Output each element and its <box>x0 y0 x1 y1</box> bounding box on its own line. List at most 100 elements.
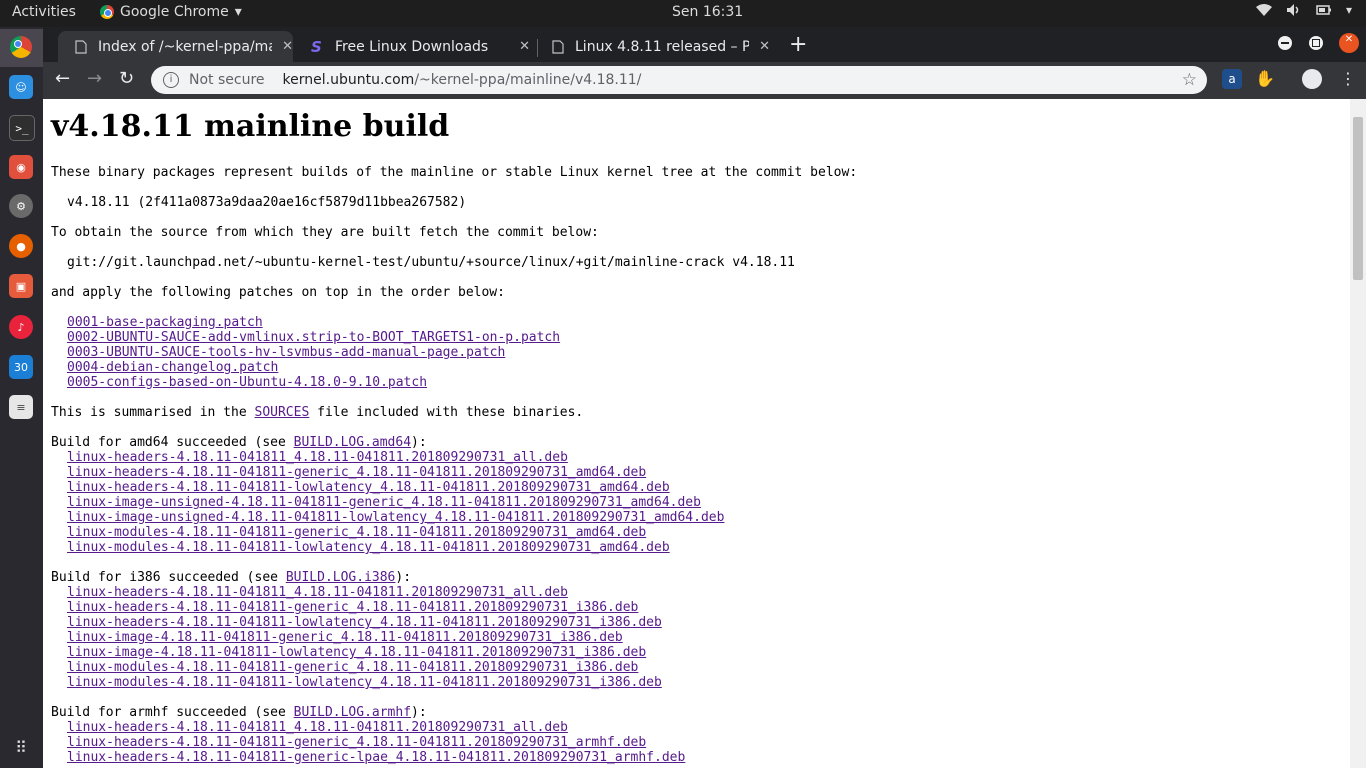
calendar-icon[interactable]: 30 <box>9 355 33 379</box>
intro-text: These binary packages represent builds o… <box>51 165 858 180</box>
summary-pre: This is summarised in the <box>51 405 255 420</box>
scrollbar-thumb[interactable] <box>1353 117 1363 280</box>
firefox-icon[interactable]: ● <box>9 234 33 258</box>
tab-linux-4811-released[interactable]: Linux 4.8.11 released – Pa ✕ <box>535 31 770 62</box>
apps-grid-icon[interactable]: ⠿ <box>9 735 33 759</box>
deb-file-link[interactable]: linux-modules-4.18.11-041811-lowlatency_… <box>67 540 670 555</box>
extension-amazon-icon[interactable]: a <box>1222 69 1242 89</box>
deb-file-link[interactable]: linux-headers-4.18.11-041811_4.18.11-041… <box>67 720 568 735</box>
finder-icon[interactable]: ☺ <box>9 75 33 99</box>
tab-strip: Index of /~kernel-ppa/ma ✕ S Free Linux … <box>43 27 1366 62</box>
deb-file-link[interactable]: linux-headers-4.18.11-041811-lowlatency_… <box>67 615 662 630</box>
browser-toolbar: ← → ↻ i Not secure kernel.ubuntu.com/~ke… <box>43 62 1366 99</box>
chrome-icon[interactable] <box>9 35 33 59</box>
security-label: Not secure <box>189 72 265 88</box>
battery-icon <box>1316 5 1331 15</box>
terminal-icon[interactable]: >_ <box>9 115 35 141</box>
extension-gnome-icon[interactable]: ✋ <box>1255 69 1275 89</box>
music-icon[interactable]: ♪ <box>9 315 33 339</box>
info-icon[interactable]: i <box>163 72 179 88</box>
git-url-text: git://git.launchpad.net/~ubuntu-kernel-t… <box>67 255 795 270</box>
url-path: /~kernel-ppa/mainline/v4.18.11/ <box>414 72 642 88</box>
chrome-menu-icon[interactable]: ⋮ <box>1340 69 1356 88</box>
commit-text: v4.18.11 (2f411a0873a9daa20ae16cf5879d11… <box>67 195 467 210</box>
chevron-down-icon: ▾ <box>1345 3 1352 17</box>
patch-link[interactable]: 0004-debian-changelog.patch <box>67 360 278 375</box>
patch-link[interactable]: 0001-base-packaging.patch <box>67 315 263 330</box>
app-menu[interactable]: Google Chrome ▾ <box>100 4 242 20</box>
url-host: kernel.ubuntu.com <box>282 72 415 88</box>
build-armhf: Build for armhf succeeded (see BUILD.LOG… <box>51 705 1341 765</box>
system-tray[interactable]: ▾ <box>1255 3 1352 17</box>
app-menu-label: Google Chrome <box>120 4 229 20</box>
build-heading-pre: Build for i386 succeeded (see <box>51 570 286 585</box>
deb-file-link[interactable]: linux-modules-4.18.11-041811-generic_4.1… <box>67 525 646 540</box>
clock[interactable]: Sen 16:31 <box>672 4 743 20</box>
build-log-link[interactable]: BUILD.LOG.i386 <box>286 570 396 585</box>
build-heading: Build for i386 succeeded (see BUILD.LOG.… <box>51 570 1341 585</box>
deb-file-link[interactable]: linux-headers-4.18.11-041811_4.18.11-041… <box>67 585 568 600</box>
sources-link[interactable]: SOURCES <box>255 405 310 420</box>
photos-icon[interactable]: ▣ <box>9 274 33 298</box>
tab-free-linux-downloads[interactable]: S Free Linux Downloads ✕ <box>295 31 530 62</box>
build-log-link[interactable]: BUILD.LOG.armhf <box>294 705 411 720</box>
patch-link[interactable]: 0005-configs-based-on-Ubuntu-4.18.0-9.10… <box>67 375 427 390</box>
build-heading-post: ): <box>395 570 412 585</box>
build-log-link[interactable]: BUILD.LOG.amd64 <box>294 435 411 450</box>
tab-title: Index of /~kernel-ppa/ma <box>98 38 273 55</box>
page-icon <box>552 39 564 54</box>
source-intro-text: To obtain the source from which they are… <box>51 225 599 240</box>
build-i386: Build for i386 succeeded (see BUILD.LOG.… <box>51 570 1341 690</box>
build-heading: Build for amd64 succeeded (see BUILD.LOG… <box>51 435 1341 450</box>
tab-kernel-index[interactable]: Index of /~kernel-ppa/ma ✕ <box>58 31 293 62</box>
close-icon[interactable]: ✕ <box>282 39 293 54</box>
deb-file-link[interactable]: linux-headers-4.18.11-041811-generic_4.1… <box>67 465 646 480</box>
deb-file-link[interactable]: linux-image-unsigned-4.18.11-041811-gene… <box>67 495 701 510</box>
close-window-button[interactable]: ✕ <box>1339 33 1359 53</box>
new-tab-button[interactable]: + <box>789 32 807 57</box>
summary-post: file included with these binaries. <box>309 405 584 420</box>
deb-file-link[interactable]: linux-headers-4.18.11-041811-generic_4.1… <box>67 735 646 750</box>
deb-file-link[interactable]: linux-headers-4.18.11-041811-lowlatency_… <box>67 480 670 495</box>
deb-file-link[interactable]: linux-image-unsigned-4.18.11-041811-lowl… <box>67 510 724 525</box>
patches-intro-text: and apply the following patches on top i… <box>51 285 505 300</box>
build-heading-post: ): <box>411 435 427 450</box>
wifi-icon <box>1255 4 1272 16</box>
maximize-button[interactable] <box>1309 36 1323 50</box>
vertical-scrollbar[interactable] <box>1350 99 1366 768</box>
tab-title: Linux 4.8.11 released – Pa <box>575 38 750 55</box>
build-heading-pre: Build for amd64 succeeded (see <box>51 435 294 450</box>
deb-file-link[interactable]: linux-headers-4.18.11-041811-generic-lpa… <box>67 750 685 765</box>
deb-file-link[interactable]: linux-modules-4.18.11-041811-lowlatency_… <box>67 675 662 690</box>
close-icon[interactable]: ✕ <box>759 39 770 54</box>
volume-icon <box>1286 4 1299 16</box>
activities-button[interactable]: Activities <box>12 4 76 20</box>
page-title: v4.18.11 mainline build <box>51 109 450 144</box>
reload-button[interactable]: ↻ <box>119 68 134 89</box>
deb-file-link[interactable]: linux-image-4.18.11-041811-generic_4.18.… <box>67 630 623 645</box>
deb-file-link[interactable]: linux-headers-4.18.11-041811_4.18.11-041… <box>67 450 568 465</box>
build-heading: Build for armhf succeeded (see BUILD.LOG… <box>51 705 1341 720</box>
profile-avatar-icon[interactable] <box>1302 69 1322 89</box>
settings-icon[interactable]: ⚙ <box>9 194 33 218</box>
tab-title: Free Linux Downloads <box>335 38 489 55</box>
build-heading-pre: Build for armhf succeeded (see <box>51 705 294 720</box>
camera-icon[interactable]: ◉ <box>9 155 33 179</box>
deb-file-link[interactable]: linux-headers-4.18.11-041811-generic_4.1… <box>67 600 638 615</box>
back-button[interactable]: ← <box>55 68 70 89</box>
bookmark-star-icon[interactable]: ☆ <box>1182 70 1197 90</box>
forward-button[interactable]: → <box>87 68 102 89</box>
url-text[interactable]: kernel.ubuntu.com/~kernel-ppa/mainline/v… <box>283 72 642 88</box>
address-bar[interactable]: i Not secure kernel.ubuntu.com/~kernel-p… <box>151 66 1207 94</box>
patch-link[interactable]: 0002-UBUNTU-SAUCE-add-vmlinux.strip-to-B… <box>67 330 560 345</box>
page-icon <box>75 39 87 54</box>
dock: ☺ >_ ◉ ⚙ ● ▣ ♪ 30 ≡ ⠿ <box>0 27 43 768</box>
deb-file-link[interactable]: linux-modules-4.18.11-041811-generic_4.1… <box>67 660 638 675</box>
text-editor-icon[interactable]: ≡ <box>9 395 33 419</box>
close-icon[interactable]: ✕ <box>519 39 530 54</box>
chrome-icon <box>100 5 114 19</box>
minimize-button[interactable] <box>1278 36 1292 50</box>
system-top-bar: Activities Google Chrome ▾ Sen 16:31 ▾ <box>0 0 1366 27</box>
deb-file-link[interactable]: linux-image-4.18.11-041811-lowlatency_4.… <box>67 645 646 660</box>
patch-link[interactable]: 0003-UBUNTU-SAUCE-tools-hv-lsvmbus-add-m… <box>67 345 505 360</box>
